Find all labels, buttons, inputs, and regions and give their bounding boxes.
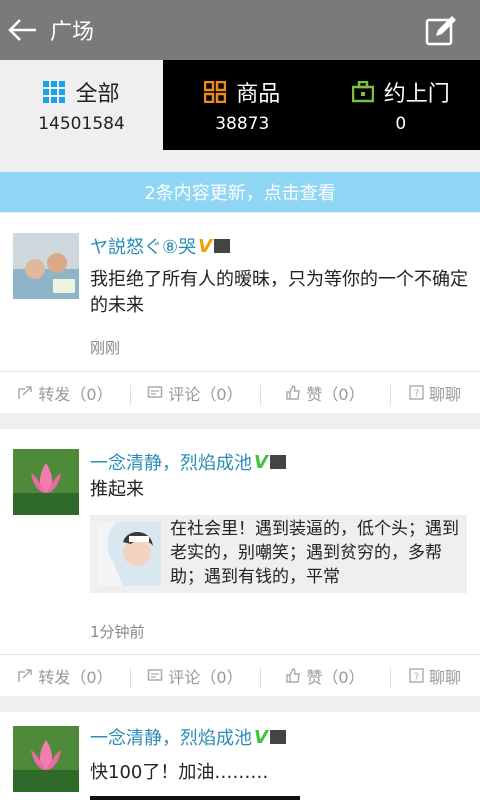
forward-button[interactable]: 转发（0） — [0, 664, 130, 688]
question-icon: ? — [409, 668, 424, 683]
post-actions: 转发（0） 评论（0） 赞（0） ? 聊聊 — [0, 371, 480, 413]
comment-icon — [148, 385, 163, 398]
chat-label: 聊聊 — [428, 667, 461, 687]
share-icon — [18, 668, 33, 682]
edit-icon — [425, 16, 456, 46]
verified-icon: V — [254, 451, 268, 473]
grid-icon — [43, 81, 66, 103]
user-avatar[interactable] — [13, 726, 79, 792]
like-button[interactable]: 赞（0） — [260, 381, 390, 405]
tab-label: 约上门 — [383, 82, 450, 107]
verified-icon: V — [254, 726, 268, 748]
comment-button[interactable]: 评论（0） — [130, 381, 260, 405]
feed-post: 一念清静，烈焰成池 V 推起来 在社会里！遇到装逼的，低个头；遇到老实的，别嘲笑… — [0, 429, 480, 654]
quoted-text: 在社会里！遇到装逼的，低个头；遇到老实的，别嘲笑；遇到贫穷的，多帮助；遇到有钱的… — [170, 519, 459, 587]
post-actions: 转发（0） 评论（0） 赞（0） ? 聊聊 — [0, 654, 480, 696]
like-label: 赞（0） — [306, 667, 365, 687]
tab-count: 14501584 — [38, 114, 125, 134]
comment-label: 评论（0） — [168, 667, 243, 687]
user-avatar[interactable] — [13, 233, 79, 299]
svg-text:?: ? — [414, 672, 419, 683]
page-title: 广场 — [50, 20, 95, 45]
media-preview — [90, 796, 300, 800]
book-icon — [269, 455, 286, 469]
post-author[interactable]: 一念清静，烈焰成池 V — [90, 449, 286, 475]
post-time: 刚刚 — [90, 339, 121, 357]
forward-label: 转发（0） — [38, 384, 113, 404]
like-button[interactable]: 赞（0） — [260, 664, 390, 688]
book-icon — [269, 730, 286, 744]
comment-label: 评论（0） — [168, 384, 243, 404]
share-icon — [18, 385, 33, 399]
post-time: 1分钟前 — [90, 623, 145, 641]
back-arrow-icon — [8, 19, 36, 41]
verified-icon: V — [198, 235, 213, 257]
thumbs-up-icon — [286, 384, 301, 400]
forward-button[interactable]: 转发（0） — [0, 381, 130, 405]
tab-goods[interactable]: 商品 38873 — [163, 60, 322, 150]
thumbs-up-icon — [286, 667, 301, 683]
top-bar: 广场 — [0, 0, 480, 60]
update-banner[interactable]: 2条内容更新，点击查看 — [0, 172, 480, 212]
comment-icon — [148, 668, 163, 681]
post-text[interactable]: 快100了！加油……… — [90, 760, 470, 786]
feed-post: ヤ説怒ぐ⑧哭 V 我拒绝了所有人的暧昧，只为等你的一个不确定的未来 刚刚 — [0, 213, 480, 371]
briefcase-icon — [351, 81, 374, 103]
tab-label: 商品 — [236, 82, 281, 107]
svg-text:?: ? — [414, 389, 419, 400]
chat-button[interactable]: ? 聊聊 — [390, 381, 480, 405]
like-label: 赞（0） — [306, 384, 365, 404]
comment-button[interactable]: 评论（0） — [130, 664, 260, 688]
post-author[interactable]: ヤ説怒ぐ⑧哭 V — [90, 233, 231, 259]
forward-label: 转发（0） — [38, 667, 113, 687]
chat-button[interactable]: ? 聊聊 — [390, 664, 480, 688]
tab-count: 0 — [395, 114, 407, 134]
tab-count: 38873 — [215, 114, 270, 134]
quoted-image — [97, 522, 161, 586]
author-name: ヤ説怒ぐ⑧哭 — [90, 237, 197, 258]
post-author[interactable]: 一念清静，烈焰成池 V — [90, 724, 286, 750]
squares-icon — [204, 81, 227, 103]
quoted-post[interactable]: 在社会里！遇到装逼的，低个头；遇到老实的，别嘲笑；遇到贫穷的，多帮助；遇到有钱的… — [90, 515, 467, 593]
level-icon — [214, 239, 231, 253]
question-icon: ? — [409, 385, 424, 400]
tab-all[interactable]: 全部 14501584 — [0, 60, 163, 150]
back-button[interactable] — [0, 0, 46, 60]
tab-label: 全部 — [75, 82, 120, 107]
tab-home-visit[interactable]: 约上门 0 — [322, 60, 480, 150]
author-name: 一念清静，烈焰成池 — [90, 728, 252, 749]
feed-post: 一念清静，烈焰成池 V 快100了！加油……… — [0, 712, 480, 800]
compose-button[interactable] — [424, 14, 458, 48]
post-text[interactable]: 推起来 — [90, 477, 470, 503]
chat-label: 聊聊 — [428, 384, 461, 404]
author-name: 一念清静，烈焰成池 — [90, 453, 252, 474]
category-tabs: 全部 14501584 商品 38873 约上门 0 — [0, 60, 480, 150]
post-text[interactable]: 我拒绝了所有人的暧昧，只为等你的一个不确定的未来 — [90, 267, 470, 319]
user-avatar[interactable] — [13, 449, 79, 515]
